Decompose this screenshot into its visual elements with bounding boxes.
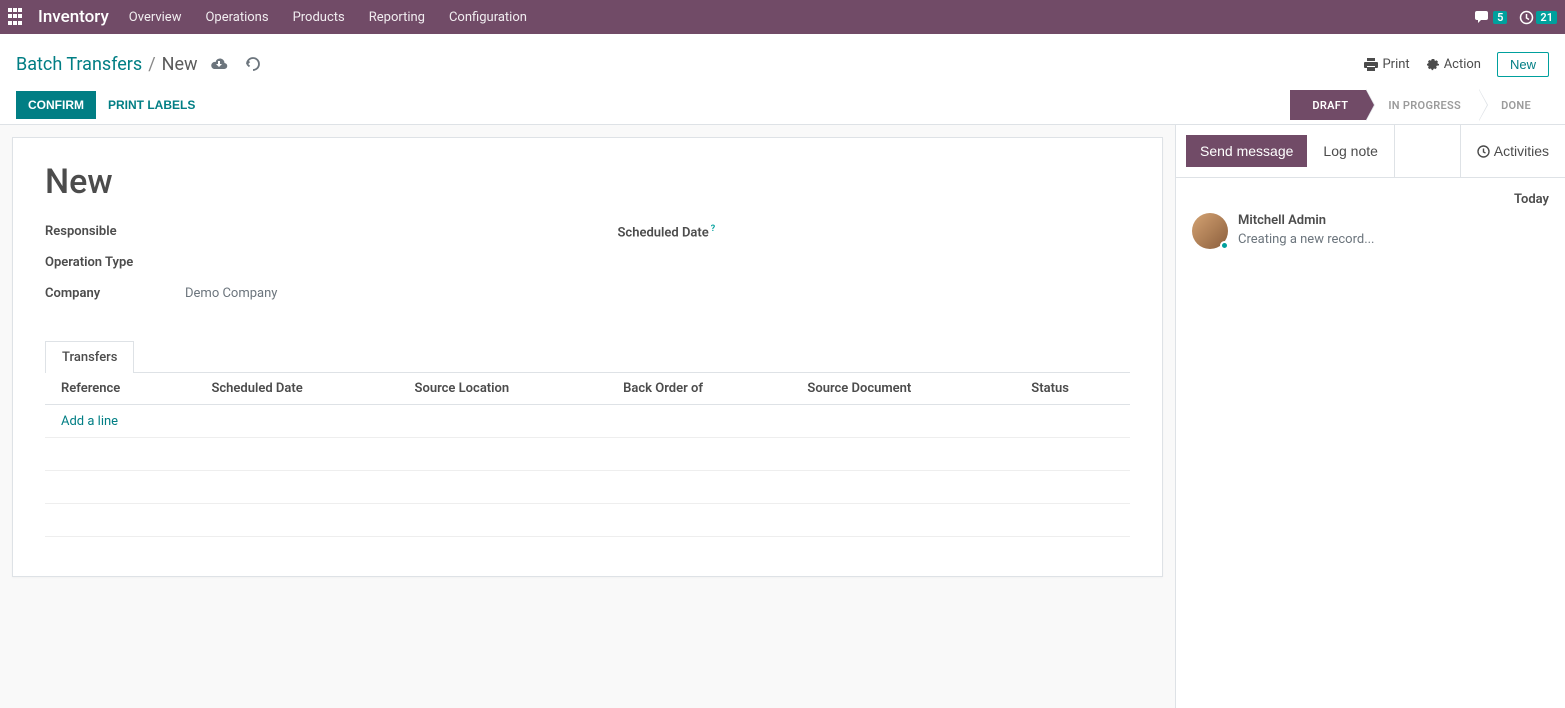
confirm-button[interactable]: CONFIRM (16, 91, 96, 119)
label-operation-type: Operation Type (45, 255, 185, 270)
col-back-order[interactable]: Back Order of (607, 373, 791, 405)
breadcrumb: Batch Transfers / New (16, 54, 198, 75)
help-icon[interactable]: ? (711, 224, 715, 234)
field-company[interactable]: Demo Company (185, 286, 277, 301)
avatar[interactable] (1192, 213, 1228, 249)
print-labels-button[interactable]: PRINT LABELS (96, 91, 207, 119)
message-author[interactable]: Mitchell Admin (1238, 213, 1375, 228)
add-line-button[interactable]: Add a line (61, 414, 118, 429)
nav-overview[interactable]: Overview (129, 10, 182, 25)
breadcrumb-leaf: New (162, 54, 198, 75)
breadcrumb-root[interactable]: Batch Transfers (16, 54, 142, 75)
undo-icon[interactable] (244, 57, 260, 71)
status-in-progress[interactable]: IN PROGRESS (1366, 90, 1479, 120)
nav-reporting[interactable]: Reporting (369, 10, 425, 25)
table-row (45, 471, 1130, 504)
nav-products[interactable]: Products (293, 10, 345, 25)
table-row (45, 504, 1130, 537)
breadcrumb-sep: / (148, 54, 155, 75)
send-message-button[interactable]: Send message (1186, 135, 1307, 167)
chat-icon (1475, 10, 1491, 24)
action-button[interactable]: Action (1426, 57, 1481, 72)
messages-button[interactable]: 5 (1475, 10, 1507, 24)
label-scheduled-date: Scheduled Date? (618, 224, 758, 240)
nav-operations[interactable]: Operations (205, 10, 268, 25)
cloud-save-icon[interactable] (210, 57, 228, 71)
nav-configuration[interactable]: Configuration (449, 10, 527, 25)
print-button[interactable]: Print (1364, 57, 1409, 72)
clock-icon (1477, 145, 1490, 158)
activities-button[interactable]: 21 (1519, 10, 1557, 25)
status-draft[interactable]: DRAFT (1290, 90, 1366, 120)
apps-icon[interactable] (8, 8, 26, 26)
chatter-date: Today (1192, 192, 1549, 207)
transfers-table: Reference Scheduled Date Source Location… (45, 373, 1130, 537)
col-source-document[interactable]: Source Document (791, 373, 1015, 405)
chatter-panel: Send message Log note Activities Today M… (1175, 125, 1565, 708)
page-title: New (45, 162, 1130, 202)
new-button[interactable]: New (1497, 52, 1549, 77)
tab-transfers[interactable]: Transfers (45, 341, 134, 373)
activities-count: 21 (1536, 11, 1557, 24)
message: Mitchell Admin Creating a new record... (1192, 213, 1549, 249)
notebook-tabs: Transfers (45, 341, 1130, 373)
col-reference[interactable]: Reference (45, 373, 195, 405)
col-scheduled-date[interactable]: Scheduled Date (195, 373, 398, 405)
app-brand[interactable]: Inventory (38, 7, 109, 27)
clock-icon (1519, 10, 1534, 25)
label-company: Company (45, 286, 185, 301)
message-text: Creating a new record... (1238, 232, 1375, 247)
col-status[interactable]: Status (1015, 373, 1130, 405)
form-area: New Responsible Operation Type Company D… (0, 125, 1175, 708)
table-row (45, 438, 1130, 471)
label-responsible: Responsible (45, 224, 185, 239)
form-sheet: New Responsible Operation Type Company D… (12, 137, 1163, 577)
top-nav: Inventory Overview Operations Products R… (0, 0, 1565, 34)
log-note-button[interactable]: Log note (1307, 125, 1395, 177)
print-icon (1364, 58, 1378, 71)
status-done[interactable]: DONE (1479, 90, 1549, 120)
messages-count: 5 (1493, 11, 1507, 24)
activities-button-chatter[interactable]: Activities (1460, 125, 1565, 177)
presence-dot (1220, 241, 1229, 250)
nav-menu: Overview Operations Products Reporting C… (129, 10, 527, 25)
gear-icon (1426, 57, 1440, 71)
col-source-location[interactable]: Source Location (399, 373, 608, 405)
status-bar: DRAFT IN PROGRESS DONE (1290, 90, 1549, 120)
control-panel: Batch Transfers / New Print Action New C… (0, 34, 1565, 125)
